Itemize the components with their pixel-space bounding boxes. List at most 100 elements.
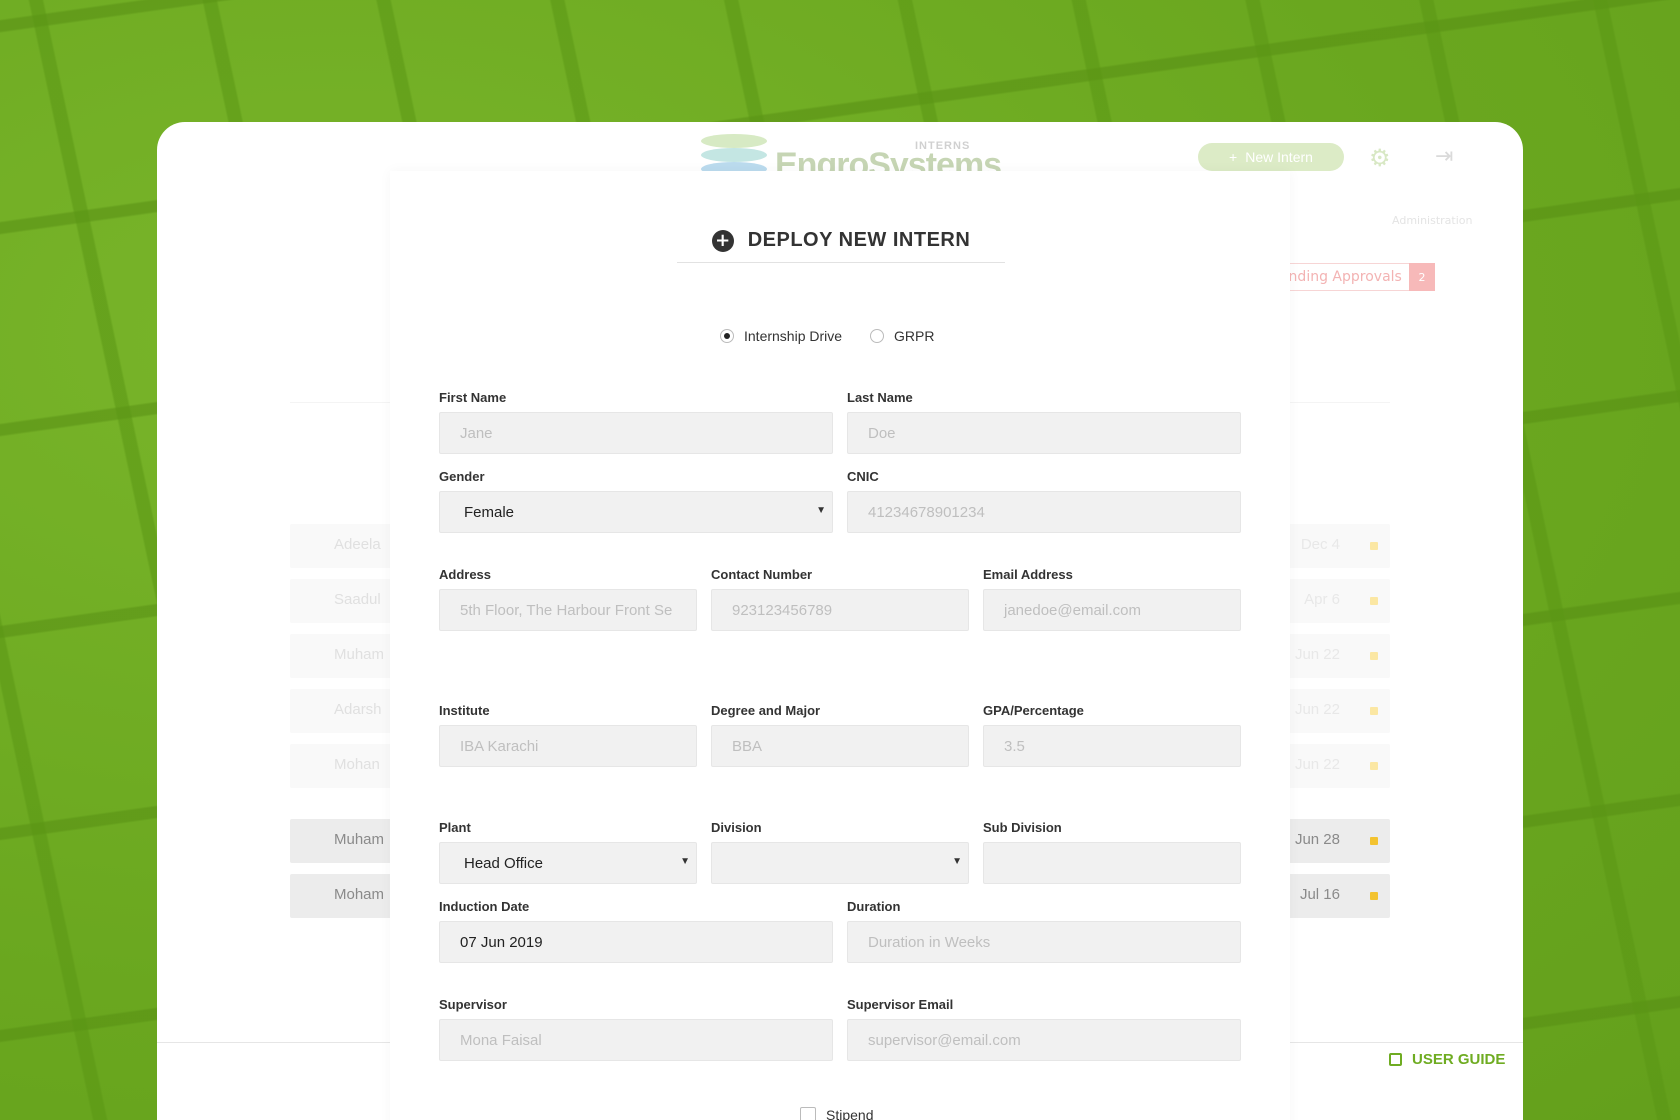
sub-division-field: Sub Division bbox=[983, 820, 1241, 884]
induction-date-field: Induction Date 07 Jun 2019 bbox=[439, 899, 833, 963]
supervisor-field: Supervisor Mona Faisal bbox=[439, 997, 833, 1061]
degree-input[interactable]: BBA bbox=[711, 725, 969, 767]
contact-number-field: Contact Number 923123456789 bbox=[711, 567, 969, 631]
stipend-label: Stipend bbox=[826, 1107, 874, 1120]
contact-number-input[interactable]: 923123456789 bbox=[711, 589, 969, 631]
row-name: Mohan bbox=[334, 756, 380, 773]
administration-link[interactable]: Administration bbox=[1392, 214, 1473, 227]
field-label: Induction Date bbox=[439, 899, 530, 914]
radio-label: Internship Drive bbox=[744, 328, 843, 344]
radio-button-icon[interactable] bbox=[870, 329, 885, 343]
division-select[interactable]: ▼ bbox=[711, 842, 969, 884]
cnic-input[interactable]: 41234678901234 bbox=[847, 491, 1241, 533]
row-name: Muham bbox=[334, 831, 385, 848]
field-label: Gender bbox=[439, 469, 485, 484]
new-intern-label: New Intern bbox=[1245, 149, 1313, 165]
stipend-checkbox-row[interactable]: Stipend bbox=[800, 1107, 873, 1120]
institute-input[interactable]: IBA Karachi bbox=[439, 725, 697, 767]
first-name-field: First Name Jane bbox=[439, 390, 833, 454]
radio-label: GRPR bbox=[894, 328, 935, 344]
book-icon bbox=[1389, 1053, 1402, 1066]
deploy-intern-modal: + DEPLOY NEW INTERN Internship Drive GRP… bbox=[390, 171, 1290, 1120]
row-name: Adeela bbox=[334, 536, 381, 553]
row-date: Dec 4 bbox=[1300, 536, 1340, 553]
status-dot bbox=[1370, 597, 1378, 605]
plus-circle-icon: + bbox=[711, 230, 734, 252]
field-label: Degree and Major bbox=[711, 703, 821, 718]
sub-division-input[interactable] bbox=[983, 842, 1241, 884]
field-label: GPA/Percentage bbox=[983, 703, 1084, 718]
last-name-field: Last Name Doe bbox=[847, 390, 1241, 454]
row-date: Jun 22 bbox=[1294, 646, 1340, 663]
pending-approvals-label: Pending Approvals bbox=[1272, 269, 1402, 285]
row-date: Jun 22 bbox=[1294, 756, 1340, 773]
modal-header: + DEPLOY NEW INTERN bbox=[677, 229, 1005, 263]
status-dot bbox=[1370, 837, 1378, 845]
email-input[interactable]: janedoe@email.com bbox=[983, 589, 1241, 631]
supervisor-email-field: Supervisor Email supervisor@email.com bbox=[847, 997, 1241, 1061]
gender-select[interactable]: Female ▼ bbox=[439, 491, 833, 533]
logout-icon[interactable]: ⇥ bbox=[1435, 144, 1453, 169]
new-intern-button[interactable]: + New Intern bbox=[1198, 143, 1344, 171]
field-label: Contact Number bbox=[711, 567, 813, 582]
plus-icon: + bbox=[1229, 149, 1238, 165]
plant-field: Plant Head Office ▼ bbox=[439, 820, 697, 884]
radio-internship-drive[interactable]: Internship Drive bbox=[720, 328, 842, 344]
duration-field: Duration Duration in Weeks bbox=[847, 899, 1241, 963]
row-name: Adarsh bbox=[334, 701, 382, 718]
plant-value: Head Office bbox=[464, 854, 543, 872]
row-date: Jun 28 bbox=[1294, 831, 1340, 848]
gender-value: Female bbox=[464, 503, 515, 521]
gpa-input[interactable]: 3.5 bbox=[983, 725, 1241, 767]
first-name-input[interactable]: Jane bbox=[439, 412, 833, 454]
cnic-field: CNIC 41234678901234 bbox=[847, 469, 1241, 533]
radio-button-icon[interactable] bbox=[720, 329, 734, 343]
field-label: Email Address bbox=[983, 567, 1073, 582]
plant-select[interactable]: Head Office ▼ bbox=[439, 842, 697, 884]
caret-down-icon: ▼ bbox=[816, 505, 826, 516]
status-dot bbox=[1370, 652, 1378, 660]
row-date: Jul 16 bbox=[1299, 886, 1340, 903]
address-field: Address 5th Floor, The Harbour Front Se bbox=[439, 567, 697, 631]
last-name-input[interactable]: Doe bbox=[847, 412, 1241, 454]
field-label: Institute bbox=[439, 703, 490, 718]
pending-count-badge: 2 bbox=[1409, 263, 1435, 291]
row-name: Moham bbox=[334, 886, 385, 903]
email-field: Email Address janedoe@email.com bbox=[983, 567, 1241, 631]
supervisor-email-input[interactable]: supervisor@email.com bbox=[847, 1019, 1241, 1061]
induction-date-input[interactable]: 07 Jun 2019 bbox=[439, 921, 833, 963]
user-guide-link[interactable]: USER GUIDE bbox=[1389, 1051, 1505, 1068]
field-label: Supervisor Email bbox=[847, 997, 954, 1012]
modal-title: DEPLOY NEW INTERN bbox=[747, 229, 971, 251]
status-dot bbox=[1370, 707, 1378, 715]
row-name: Muham bbox=[334, 646, 385, 663]
field-label: Last Name bbox=[847, 390, 913, 405]
duration-input[interactable]: Duration in Weeks bbox=[847, 921, 1241, 963]
user-guide-label: USER GUIDE bbox=[1412, 1051, 1506, 1068]
row-name: Saadul bbox=[334, 591, 381, 608]
field-label: Supervisor bbox=[439, 997, 507, 1012]
row-date: Apr 6 bbox=[1304, 591, 1340, 608]
status-dot bbox=[1370, 762, 1378, 770]
field-label: CNIC bbox=[847, 469, 879, 484]
gpa-field: GPA/Percentage 3.5 bbox=[983, 703, 1241, 767]
division-field: Division ▼ bbox=[711, 820, 969, 884]
drive-type-radio-group: Internship Drive GRPR bbox=[720, 328, 935, 344]
gear-icon[interactable]: ⚙ bbox=[1369, 144, 1391, 172]
caret-down-icon: ▼ bbox=[680, 856, 690, 867]
status-dot bbox=[1370, 892, 1378, 900]
row-date: Jun 22 bbox=[1294, 701, 1340, 718]
supervisor-input[interactable]: Mona Faisal bbox=[439, 1019, 833, 1061]
field-label: Plant bbox=[439, 820, 471, 835]
radio-grpr[interactable]: GRPR bbox=[870, 328, 935, 344]
address-input[interactable]: 5th Floor, The Harbour Front Se bbox=[439, 589, 697, 631]
stipend-checkbox[interactable] bbox=[800, 1107, 816, 1120]
field-label: Sub Division bbox=[983, 820, 1062, 835]
institute-field: Institute IBA Karachi bbox=[439, 703, 697, 767]
field-label: First Name bbox=[439, 390, 507, 405]
logo-subtitle: INTERNS bbox=[915, 140, 971, 152]
field-label: Address bbox=[439, 567, 492, 582]
gender-field: Gender Female ▼ bbox=[439, 469, 833, 533]
field-label: Duration bbox=[847, 899, 901, 914]
status-dot bbox=[1370, 542, 1378, 550]
